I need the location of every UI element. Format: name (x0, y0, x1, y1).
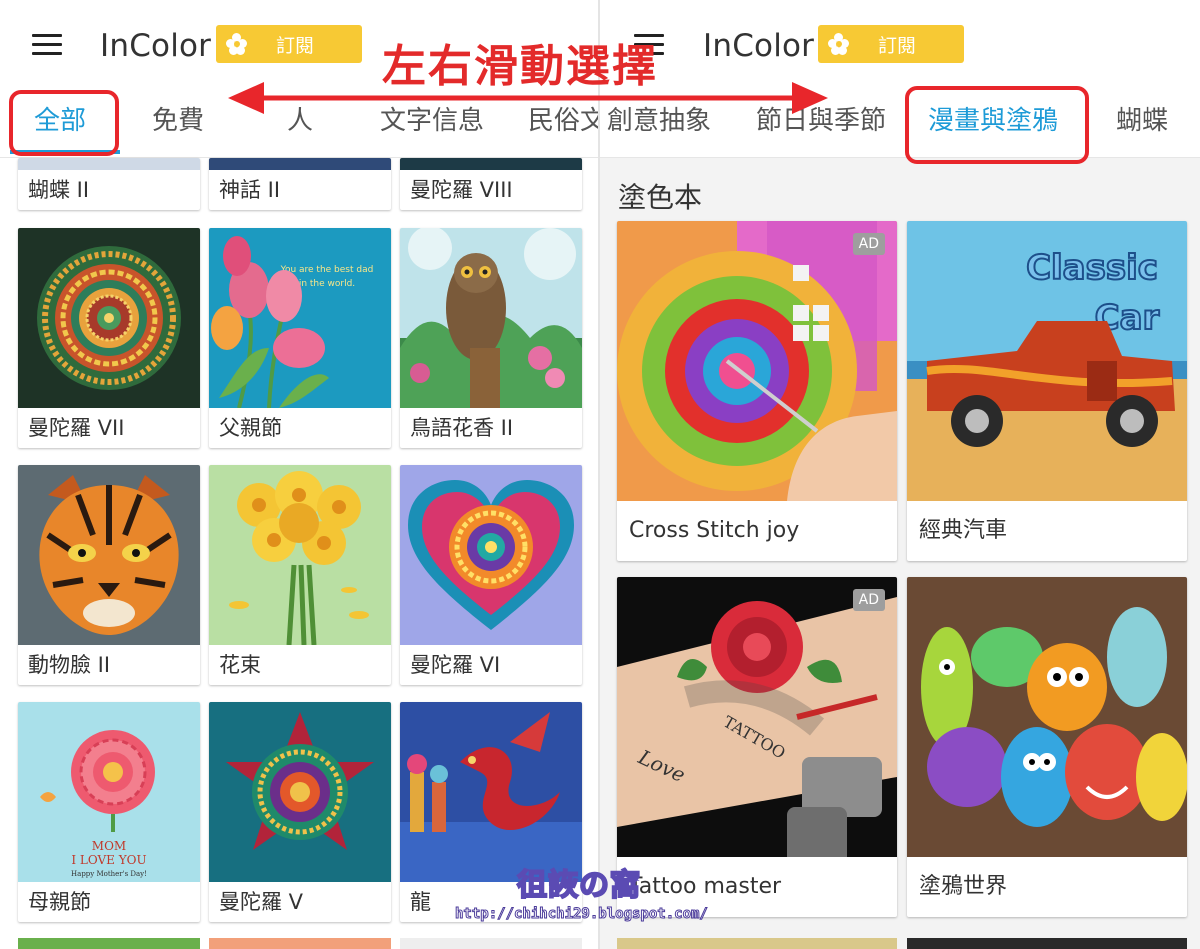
doodle-monsters-image (907, 577, 1187, 857)
subscribe-button[interactable]: 訂閱 (818, 25, 964, 63)
card-myth-2[interactable]: 神話 II (209, 158, 391, 210)
partial-card (209, 938, 391, 949)
svg-text:MOM: MOM (92, 839, 126, 853)
card-mandala-5[interactable]: 曼陀羅 V (209, 702, 391, 922)
app-title: InColor (703, 28, 815, 64)
card-mandala-7[interactable]: 曼陀羅 VII (18, 228, 200, 448)
svg-text:You are the best dad: You are the best dad (280, 265, 374, 275)
subscribe-button[interactable]: 訂閱 (216, 25, 362, 63)
heart-mandala-image (400, 465, 582, 645)
rose-image: AD (617, 221, 897, 501)
card-birds-flowers-2[interactable]: 鳥語花香 II (400, 228, 582, 448)
card-mandala-6[interactable]: 曼陀羅 VI (400, 465, 582, 685)
menu-icon[interactable] (32, 34, 62, 56)
watermark-title: 徂詼の窩 (516, 867, 641, 904)
card-fathers-day[interactable]: You are the best dad in the world. 父親節 (209, 228, 391, 448)
card-doodle-world[interactable]: 塗鴉世界 (907, 577, 1187, 917)
classic-car-image: Classic Car (907, 221, 1187, 501)
section-title: 塗色本 (618, 181, 703, 214)
partial-card (617, 938, 897, 949)
partial-card (18, 938, 200, 949)
svg-text:Happy Mother's Day!: Happy Mother's Day! (71, 870, 147, 878)
flower-icon (226, 33, 248, 55)
app-title: InColor (100, 28, 212, 64)
mandala-5-image (209, 702, 391, 882)
card-bouquet[interactable]: 花束 (209, 465, 391, 685)
flower-icon (828, 33, 850, 55)
owl-image (400, 228, 582, 408)
ad-badge: AD (852, 233, 885, 255)
app-bar: InColor 訂閱 (600, 0, 1200, 90)
mandala-image (18, 228, 200, 408)
tab-free[interactable]: 免費 (152, 90, 204, 152)
card-animal-faces-2[interactable]: 動物臉 II (18, 465, 200, 685)
partial-card (907, 938, 1187, 949)
svg-text:in the world.: in the world. (299, 279, 355, 289)
flower-card-image: MOM I LOVE YOU Happy Mother's Day! (18, 702, 200, 882)
svg-text:Classic: Classic (1026, 248, 1158, 288)
watermark: 徂詼の窩 http://chihchi29.blogspot.com/ (455, 860, 709, 923)
card-cross-stitch-joy[interactable]: AD Cross Stitch joy (617, 221, 897, 561)
double-arrow-icon (228, 82, 828, 114)
card-mothers-day[interactable]: MOM I LOVE YOU Happy Mother's Day! 母親節 (18, 702, 200, 922)
tab-butterflies[interactable]: 蝴蝶 (1116, 90, 1168, 152)
svg-text:I LOVE YOU: I LOVE YOU (71, 853, 146, 867)
highlight-tab-comics-doodles (905, 86, 1089, 164)
right-screenshot: InColor 訂閱 創意抽象 節日與季節 漫畫與塗鴉 蝴蝶 塗色本 AD Cr… (600, 0, 1200, 949)
watermark-url: http://chihchi29.blogspot.com/ (455, 906, 709, 923)
highlight-tab-all (9, 90, 119, 156)
card-mandala-8[interactable]: 曼陀羅 VIII (400, 158, 582, 210)
ad-badge: AD (852, 589, 885, 611)
dragon-image (400, 702, 582, 882)
card-butterfly-2[interactable]: 蝴蝶 II (18, 158, 200, 210)
tattoo-image: TATTOO Love AD (617, 577, 897, 857)
card-classic-car[interactable]: Classic Car 經典汽車 (907, 221, 1187, 561)
tulips-image: You are the best dad in the world. (209, 228, 391, 408)
daffodils-image (209, 465, 391, 645)
tiger-image (18, 465, 200, 645)
partial-card (400, 938, 582, 949)
